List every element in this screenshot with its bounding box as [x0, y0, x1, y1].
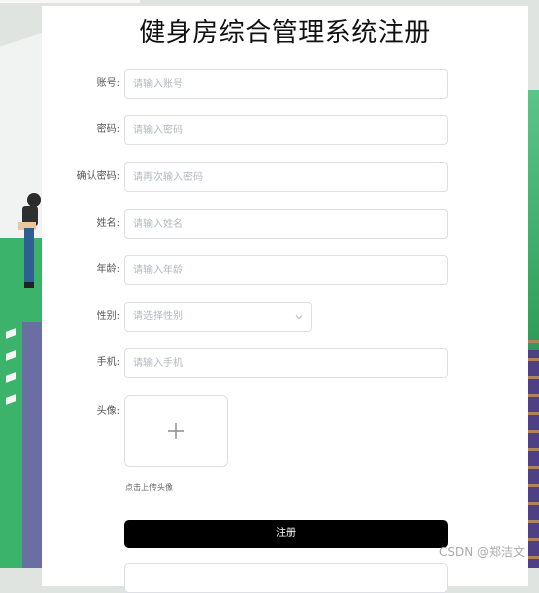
- register-button[interactable]: 注册: [124, 520, 448, 548]
- age-row: 年龄:: [42, 255, 528, 285]
- gender-label: 性别:: [96, 311, 120, 322]
- confirm-password-field[interactable]: [124, 162, 448, 192]
- password-input[interactable]: [125, 116, 433, 144]
- name-field[interactable]: [124, 209, 448, 239]
- background-right-ladder: [527, 340, 539, 568]
- avatar-label: 头像:: [96, 406, 120, 417]
- password-field[interactable]: [124, 115, 448, 145]
- password-label: 密码:: [96, 124, 120, 135]
- name-label: 姓名:: [96, 218, 120, 229]
- phone-field[interactable]: [124, 348, 448, 378]
- password-row: 密码:: [42, 115, 528, 145]
- phone-input[interactable]: [125, 349, 433, 377]
- gender-select-placeholder: 请选择性别: [133, 311, 183, 322]
- background-purple-building: [22, 322, 42, 568]
- phone-label: 手机:: [96, 357, 120, 368]
- confirm-password-input[interactable]: [125, 163, 433, 191]
- watermark: CSDN @郑洁文: [438, 545, 525, 559]
- confirm-password-row: 确认密码:: [42, 162, 528, 192]
- avatar-upload[interactable]: [124, 395, 228, 467]
- gender-select[interactable]: 请选择性别: [124, 302, 312, 332]
- account-field[interactable]: [124, 69, 448, 99]
- account-row: 账号:: [42, 69, 528, 99]
- confirm-password-label: 确认密码:: [76, 171, 120, 182]
- age-input[interactable]: [125, 256, 433, 284]
- background-right-plant: [527, 90, 539, 350]
- name-row: 姓名:: [42, 209, 528, 239]
- account-input[interactable]: [125, 70, 433, 98]
- account-label: 账号:: [96, 78, 120, 89]
- name-input[interactable]: [125, 210, 433, 238]
- gender-row: 性别: 请选择性别: [42, 302, 528, 332]
- chevron-down-icon: [295, 315, 303, 320]
- avatar-upload-hint: 点击上传头像: [125, 483, 173, 492]
- background-top-strip: [0, 0, 140, 3]
- age-label: 年龄:: [96, 264, 120, 275]
- plus-icon: [168, 423, 184, 439]
- person-illustration: [18, 193, 41, 288]
- page-title: 健身房综合管理系统注册: [139, 18, 431, 48]
- phone-row: 手机:: [42, 348, 528, 378]
- age-field[interactable]: [124, 255, 448, 285]
- register-panel: 健身房综合管理系统注册 账号: 密码: 确认密码: 姓名: 年龄: 性别: 请选…: [42, 6, 528, 593]
